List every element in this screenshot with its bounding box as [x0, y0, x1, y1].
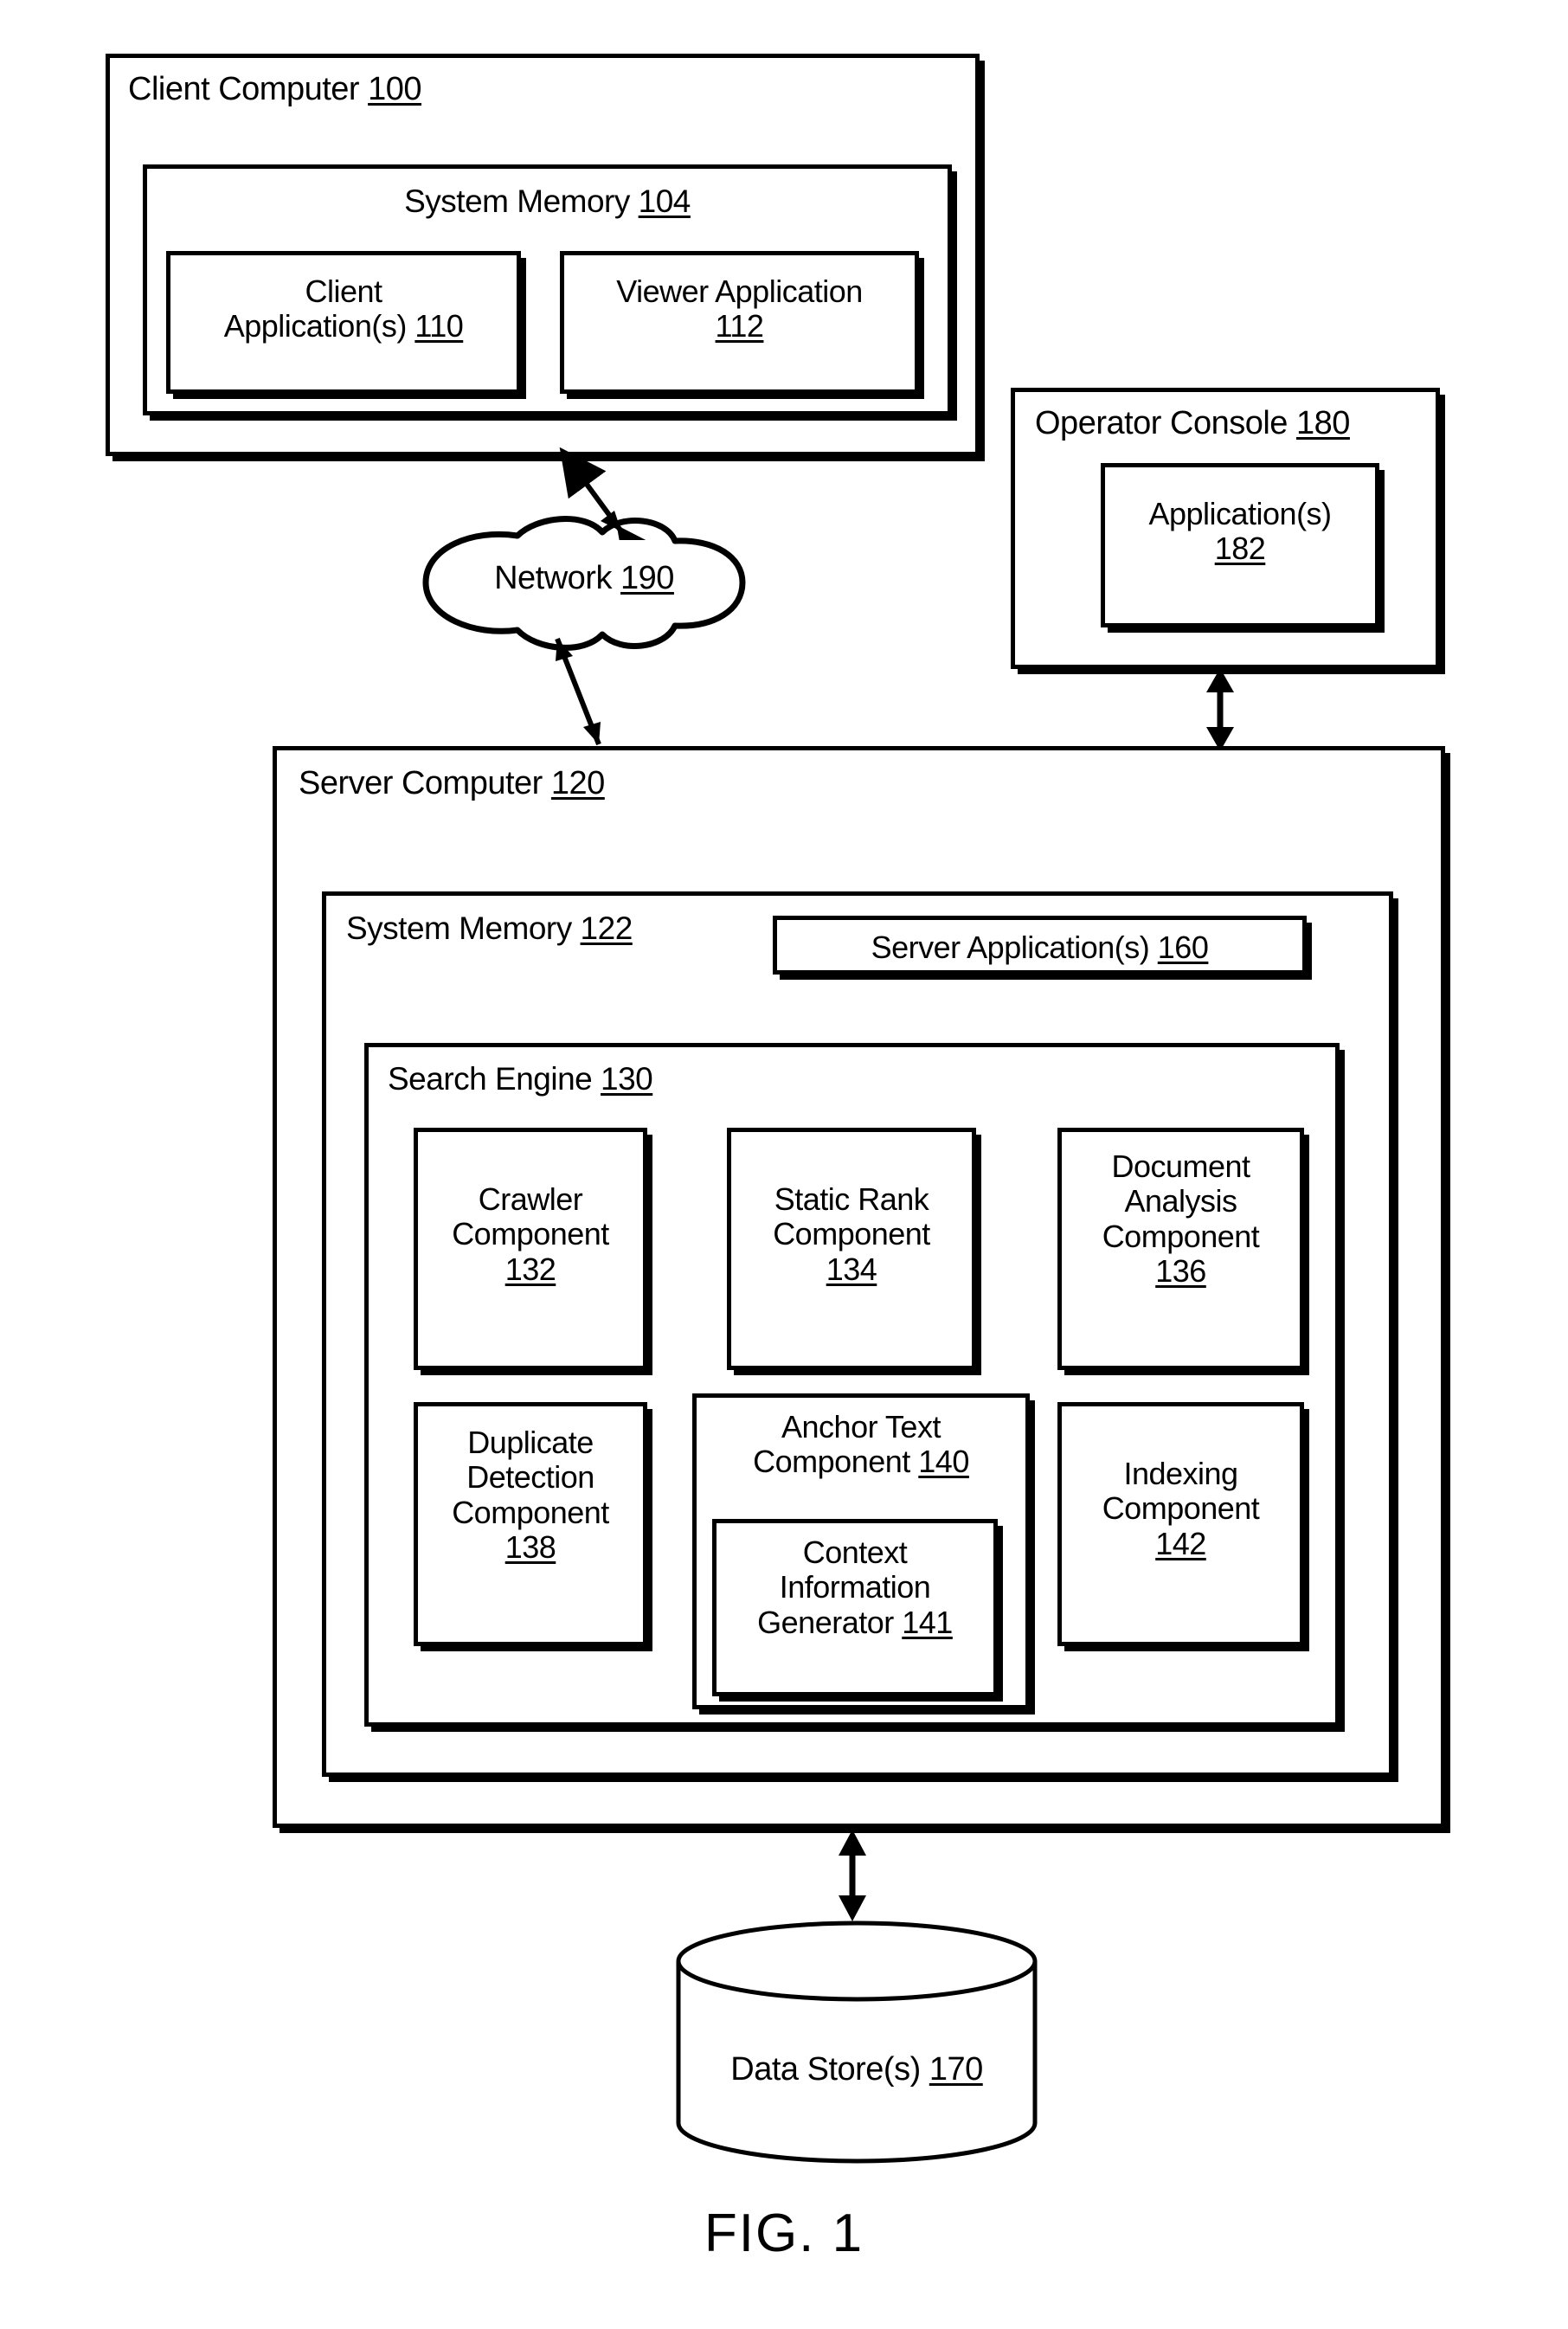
context-information-generator-label: Context Information Generator 141: [717, 1534, 993, 1640]
viewer-application-label: Viewer Application 112: [564, 273, 915, 344]
search-engine-title: Search Engine 130: [388, 1061, 653, 1097]
server-computer-title-text: Server Computer: [299, 765, 543, 801]
context-info-ref: 141: [902, 1604, 953, 1640]
duplicate-detection-line2: Detection: [466, 1459, 594, 1496]
operator-applications-line1: Application(s): [1148, 496, 1332, 531]
client-applications-line2: Application(s): [223, 308, 408, 344]
document-analysis-line1: Document: [1111, 1148, 1250, 1184]
client-applications-ref: 110: [414, 308, 464, 344]
client-system-memory-ref: 104: [638, 183, 691, 219]
static-rank-component-box: Static Rank Component 134: [727, 1128, 976, 1370]
indexing-component-line2: Component: [1102, 1490, 1260, 1527]
context-information-generator-box: Context Information Generator 141: [712, 1519, 998, 1696]
server-applications-ref: 160: [1157, 930, 1209, 965]
server-applications-box: Server Application(s) 160: [773, 916, 1307, 975]
indexing-component-box: Indexing Component 142: [1057, 1402, 1304, 1646]
operator-console-title-text: Operator Console: [1035, 405, 1288, 441]
viewer-application-box: Viewer Application 112: [560, 251, 919, 394]
indexing-component-label: Indexing Component 142: [1062, 1456, 1300, 1561]
duplicate-detection-line3: Component: [452, 1494, 609, 1530]
arrow-operator-to-server: [1206, 668, 1234, 751]
client-computer-title: Client Computer 100: [128, 71, 422, 108]
viewer-application-ref: 112: [715, 308, 764, 344]
indexing-component-line1: Indexing: [1123, 1456, 1238, 1491]
data-store-label-text: Data Store(s): [730, 2051, 921, 2088]
client-applications-label: Client Application(s) 110: [170, 273, 517, 344]
document-analysis-component-box: Document Analysis Component 136: [1057, 1128, 1304, 1370]
server-system-memory-ref: 122: [580, 910, 633, 946]
crawler-component-line1: Crawler: [478, 1181, 583, 1217]
client-computer-title-text: Client Computer: [128, 71, 360, 107]
operator-applications-ref: 182: [1214, 531, 1266, 567]
client-system-memory-title-text: System Memory: [404, 183, 630, 219]
context-info-line2: Information: [779, 1569, 931, 1605]
client-applications-box: Client Application(s) 110: [166, 251, 521, 394]
arrow-network-to-server: [555, 637, 601, 746]
context-info-line1: Context: [802, 1534, 908, 1570]
data-store-ref: 170: [929, 2051, 983, 2088]
data-store-shape: [676, 1920, 1038, 2164]
client-computer-ref: 100: [368, 71, 422, 107]
viewer-application-line1: Viewer Application: [616, 273, 863, 309]
operator-applications-box: Application(s) 182: [1101, 463, 1379, 627]
client-system-memory-title: System Memory 104: [143, 183, 952, 219]
data-store-cylinder: Data Store(s) 170: [666, 1920, 1047, 2171]
server-computer-ref: 120: [550, 765, 605, 801]
operator-applications-label: Application(s) 182: [1105, 496, 1375, 567]
duplicate-detection-label: Duplicate Detection Component 138: [418, 1425, 643, 1565]
arrow-server-to-datastore: [839, 1830, 866, 1921]
operator-console-ref: 180: [1296, 405, 1350, 441]
duplicate-detection-component-box: Duplicate Detection Component 138: [414, 1402, 647, 1646]
static-rank-component-line1: Static Rank: [774, 1181, 929, 1217]
server-system-memory-title-text: System Memory: [346, 910, 572, 946]
server-applications-title-text: Server Application(s): [871, 930, 1150, 965]
server-system-memory-title: System Memory 122: [346, 910, 633, 946]
network-label-text: Network: [494, 560, 612, 596]
static-rank-component-label: Static Rank Component 134: [731, 1181, 972, 1287]
crawler-component-box: Crawler Component 132: [414, 1128, 647, 1370]
crawler-component-ref: 132: [504, 1251, 556, 1287]
network-label: Network 190: [415, 560, 753, 597]
figure-caption-text: FIG. 1: [704, 2204, 864, 2263]
context-info-line3: Generator: [757, 1604, 894, 1640]
anchor-text-line1: Anchor Text: [781, 1409, 941, 1444]
indexing-component-ref: 142: [1155, 1525, 1206, 1561]
search-engine-ref: 130: [601, 1061, 653, 1097]
static-rank-component-ref: 134: [826, 1251, 877, 1287]
document-analysis-component-label: Document Analysis Component 136: [1062, 1148, 1300, 1289]
crawler-component-line2: Component: [452, 1216, 609, 1252]
search-engine-title-text: Search Engine: [388, 1061, 593, 1097]
duplicate-detection-line1: Duplicate: [467, 1425, 594, 1460]
static-rank-component-line2: Component: [773, 1216, 930, 1252]
anchor-text-line2: Component: [753, 1444, 910, 1480]
network-ref: 190: [620, 560, 674, 596]
figure-caption: FIG. 1: [0, 2203, 1568, 2264]
server-computer-title: Server Computer 120: [299, 765, 605, 802]
arrow-client-to-network: [559, 447, 649, 540]
server-applications-label: Server Application(s) 160: [777, 930, 1302, 965]
operator-console-title: Operator Console 180: [1035, 405, 1350, 442]
document-analysis-ref: 136: [1155, 1252, 1206, 1289]
crawler-component-label: Crawler Component 132: [418, 1181, 643, 1287]
document-analysis-line2: Analysis: [1124, 1183, 1237, 1219]
anchor-text-ref: 140: [918, 1444, 969, 1480]
client-applications-line1: Client: [305, 273, 382, 309]
document-analysis-line3: Component: [1102, 1218, 1260, 1254]
data-store-label: Data Store(s) 170: [666, 2051, 1047, 2088]
anchor-text-component-label: Anchor Text Component 140: [697, 1409, 1025, 1480]
duplicate-detection-ref: 138: [504, 1528, 556, 1565]
